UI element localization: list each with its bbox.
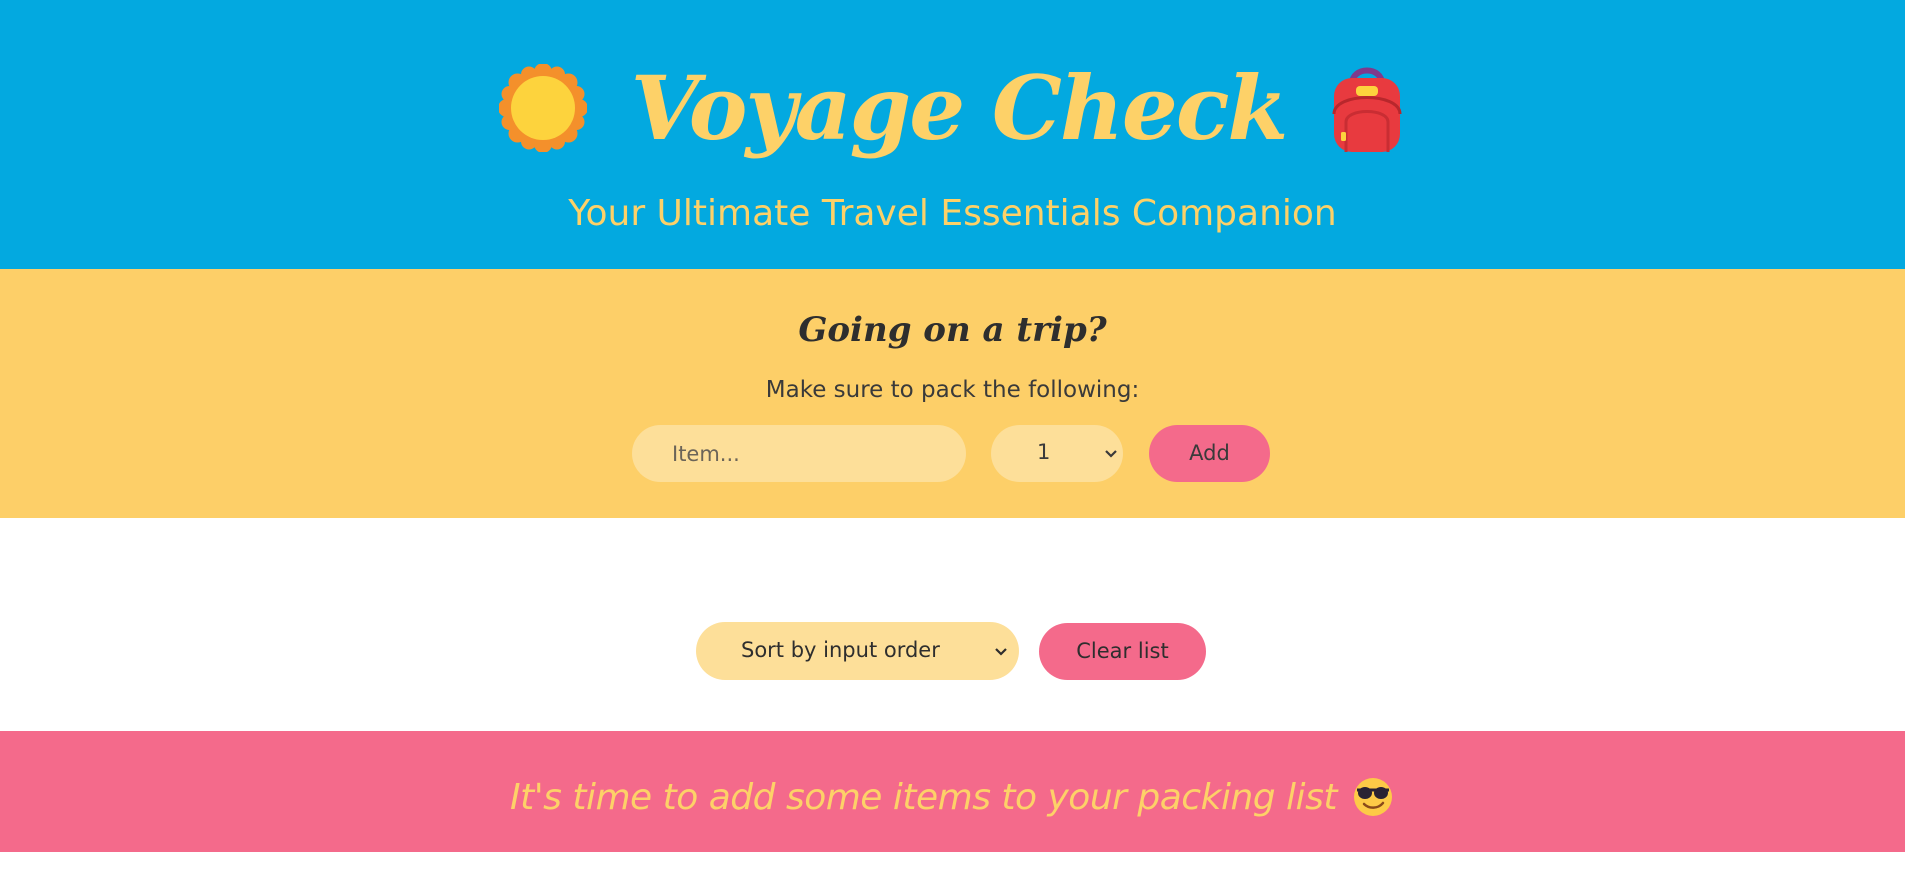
title-row: Voyage Check xyxy=(0,38,1905,178)
form-heading: Going on a trip? xyxy=(798,310,1107,350)
footer-message: It's time to add some items to your pack… xyxy=(510,776,1337,818)
backpack-icon xyxy=(1332,67,1402,152)
app-title: Voyage Check xyxy=(630,56,1289,160)
app-subtitle: Your Ultimate Travel Essentials Companio… xyxy=(568,193,1337,234)
add-button[interactable]: Add xyxy=(1149,425,1270,482)
item-input[interactable] xyxy=(632,425,966,482)
quantity-value: 1 xyxy=(1037,440,1051,464)
quantity-select[interactable]: 1 xyxy=(991,425,1123,482)
chevron-down-icon xyxy=(1105,450,1117,458)
footer-message-row: It's time to add some items to your pack… xyxy=(0,772,1905,822)
chevron-down-icon xyxy=(995,648,1007,656)
sort-value: Sort by input order xyxy=(741,638,940,662)
clear-list-button[interactable]: Clear list xyxy=(1039,623,1206,680)
sunglasses-smile-icon xyxy=(1353,778,1392,816)
sort-select[interactable]: Sort by input order xyxy=(696,622,1019,680)
sun-icon xyxy=(498,64,587,152)
form-instruction: Make sure to pack the following: xyxy=(765,377,1140,403)
